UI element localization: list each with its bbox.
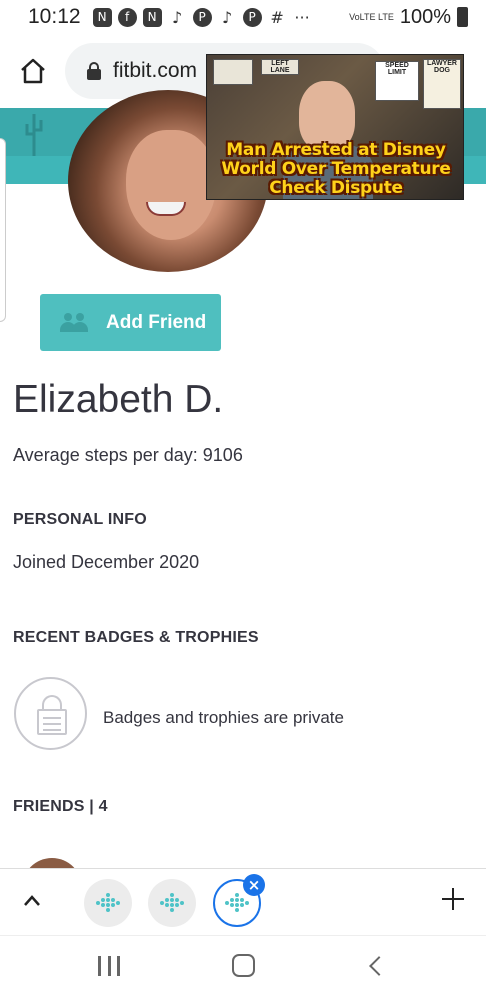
battery-percent: 100% [399,5,451,28]
status-right: VoLTE LTE 100% [349,6,468,29]
side-drawer-handle[interactable] [0,138,6,322]
video-sign: LAWYER DOG [423,59,461,109]
video-sign [213,59,253,85]
friends-heading: FRIENDS | 4 [13,798,108,815]
url-text: fitbit.com [113,59,198,82]
fitbit-logo-icon [225,893,249,913]
average-steps: Average steps per day: 9106 [13,445,243,465]
joined-date: Joined December 2020 [13,552,200,572]
personal-info-heading: PERSONAL INFO [13,511,147,528]
tab-thumbnail[interactable] [148,879,196,927]
add-friend-label: Add Friend [106,311,207,333]
pinterest-icon: P [242,7,262,27]
notification-icons: N f N ♪ P ♪ P # ··· [92,7,312,27]
fitbit-logo-icon [96,893,120,913]
fitbit-logo-icon [160,893,184,913]
tiktok-icon: ♪ [171,7,183,27]
avatar-face [126,130,216,240]
system-nav-bar [0,935,486,999]
n-icon: N [92,7,112,27]
profile-name: Elizabeth D. [13,378,224,421]
badges-heading: RECENT BADGES & TROPHIES [13,629,259,646]
tiktok-icon: ♪ [221,7,233,27]
tab-thumbnail[interactable] [84,879,132,927]
back-icon[interactable] [369,956,389,976]
new-tab-icon[interactable] [442,888,464,910]
facebook-icon: f [117,7,137,27]
lock-icon [87,62,101,80]
floating-video[interactable]: LEFT LANE SPEED LIMIT LAWYER DOG Man Arr… [206,54,464,200]
n-icon: N [142,7,162,27]
status-bar: 10:12 N f N ♪ P ♪ P # ··· VoLTE LTE 100% [0,0,486,34]
friends-icon [60,312,90,333]
battery-icon [457,7,468,27]
video-sign: SPEED LIMIT [375,61,419,101]
pinterest-icon: P [192,7,212,27]
home-button-icon[interactable] [232,954,255,977]
network-icon: VoLTE LTE [349,11,394,22]
status-time: 10:12 [28,5,81,28]
cactus-icon [25,114,43,156]
add-friend-button[interactable]: Add Friend [40,294,221,351]
recent-apps-icon[interactable] [98,956,120,976]
tab-switcher-bar [0,868,486,935]
video-caption: Man Arrested at Disney World Over Temper… [221,140,451,198]
chevron-up-icon[interactable] [22,891,42,911]
close-tab-icon[interactable]: × [243,874,265,896]
grid-icon: # [270,7,284,27]
home-icon[interactable] [18,56,48,86]
lock-icon [14,677,87,750]
more-icon: ··· [294,7,310,27]
badges-private-text: Badges and trophies are private [103,708,344,727]
video-sign: LEFT LANE [261,59,299,75]
